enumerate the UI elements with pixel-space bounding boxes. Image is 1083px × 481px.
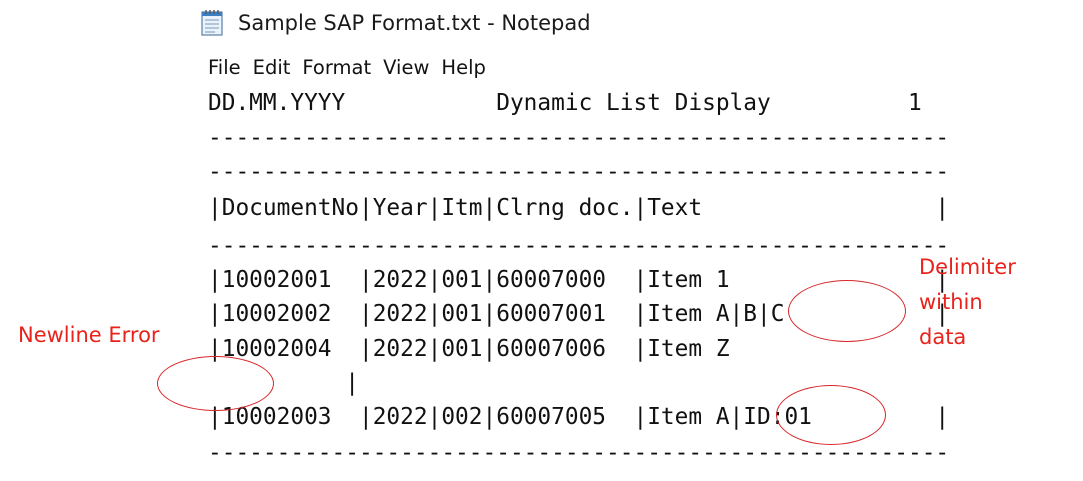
- newline-error-label: Newline Error: [18, 323, 160, 347]
- delimiter-label: Delimiter within data: [919, 255, 1016, 349]
- text-line-rule-1: ----------------------------------------…: [208, 125, 950, 151]
- text-line-columns: |DocumentNo|Year|Itm|Clrng doc.|Text |: [208, 195, 950, 221]
- newline-error-circle: [157, 356, 274, 411]
- menu-file[interactable]: File: [208, 56, 241, 79]
- menu-bar: File Edit Format View Help: [208, 52, 498, 82]
- menu-edit[interactable]: Edit: [253, 56, 291, 79]
- delimiter-circle-1: [788, 280, 906, 342]
- text-line-row-3: |10002004 |2022|001|60007006 |Item Z: [208, 336, 730, 362]
- title-bar: Sample SAP Format.txt - Notepad: [200, 6, 591, 40]
- menu-view[interactable]: View: [383, 56, 429, 79]
- text-line-header: DD.MM.YYYY Dynamic List Display 1: [208, 90, 922, 116]
- text-line-rule-3: ----------------------------------------…: [208, 233, 950, 259]
- window-title: Sample SAP Format.txt - Notepad: [238, 11, 591, 35]
- text-line-rule-2: ----------------------------------------…: [208, 159, 950, 185]
- menu-help[interactable]: Help: [441, 56, 485, 79]
- menu-format[interactable]: Format: [302, 56, 371, 79]
- notepad-icon: [201, 10, 223, 36]
- delimiter-circle-2: [776, 385, 886, 445]
